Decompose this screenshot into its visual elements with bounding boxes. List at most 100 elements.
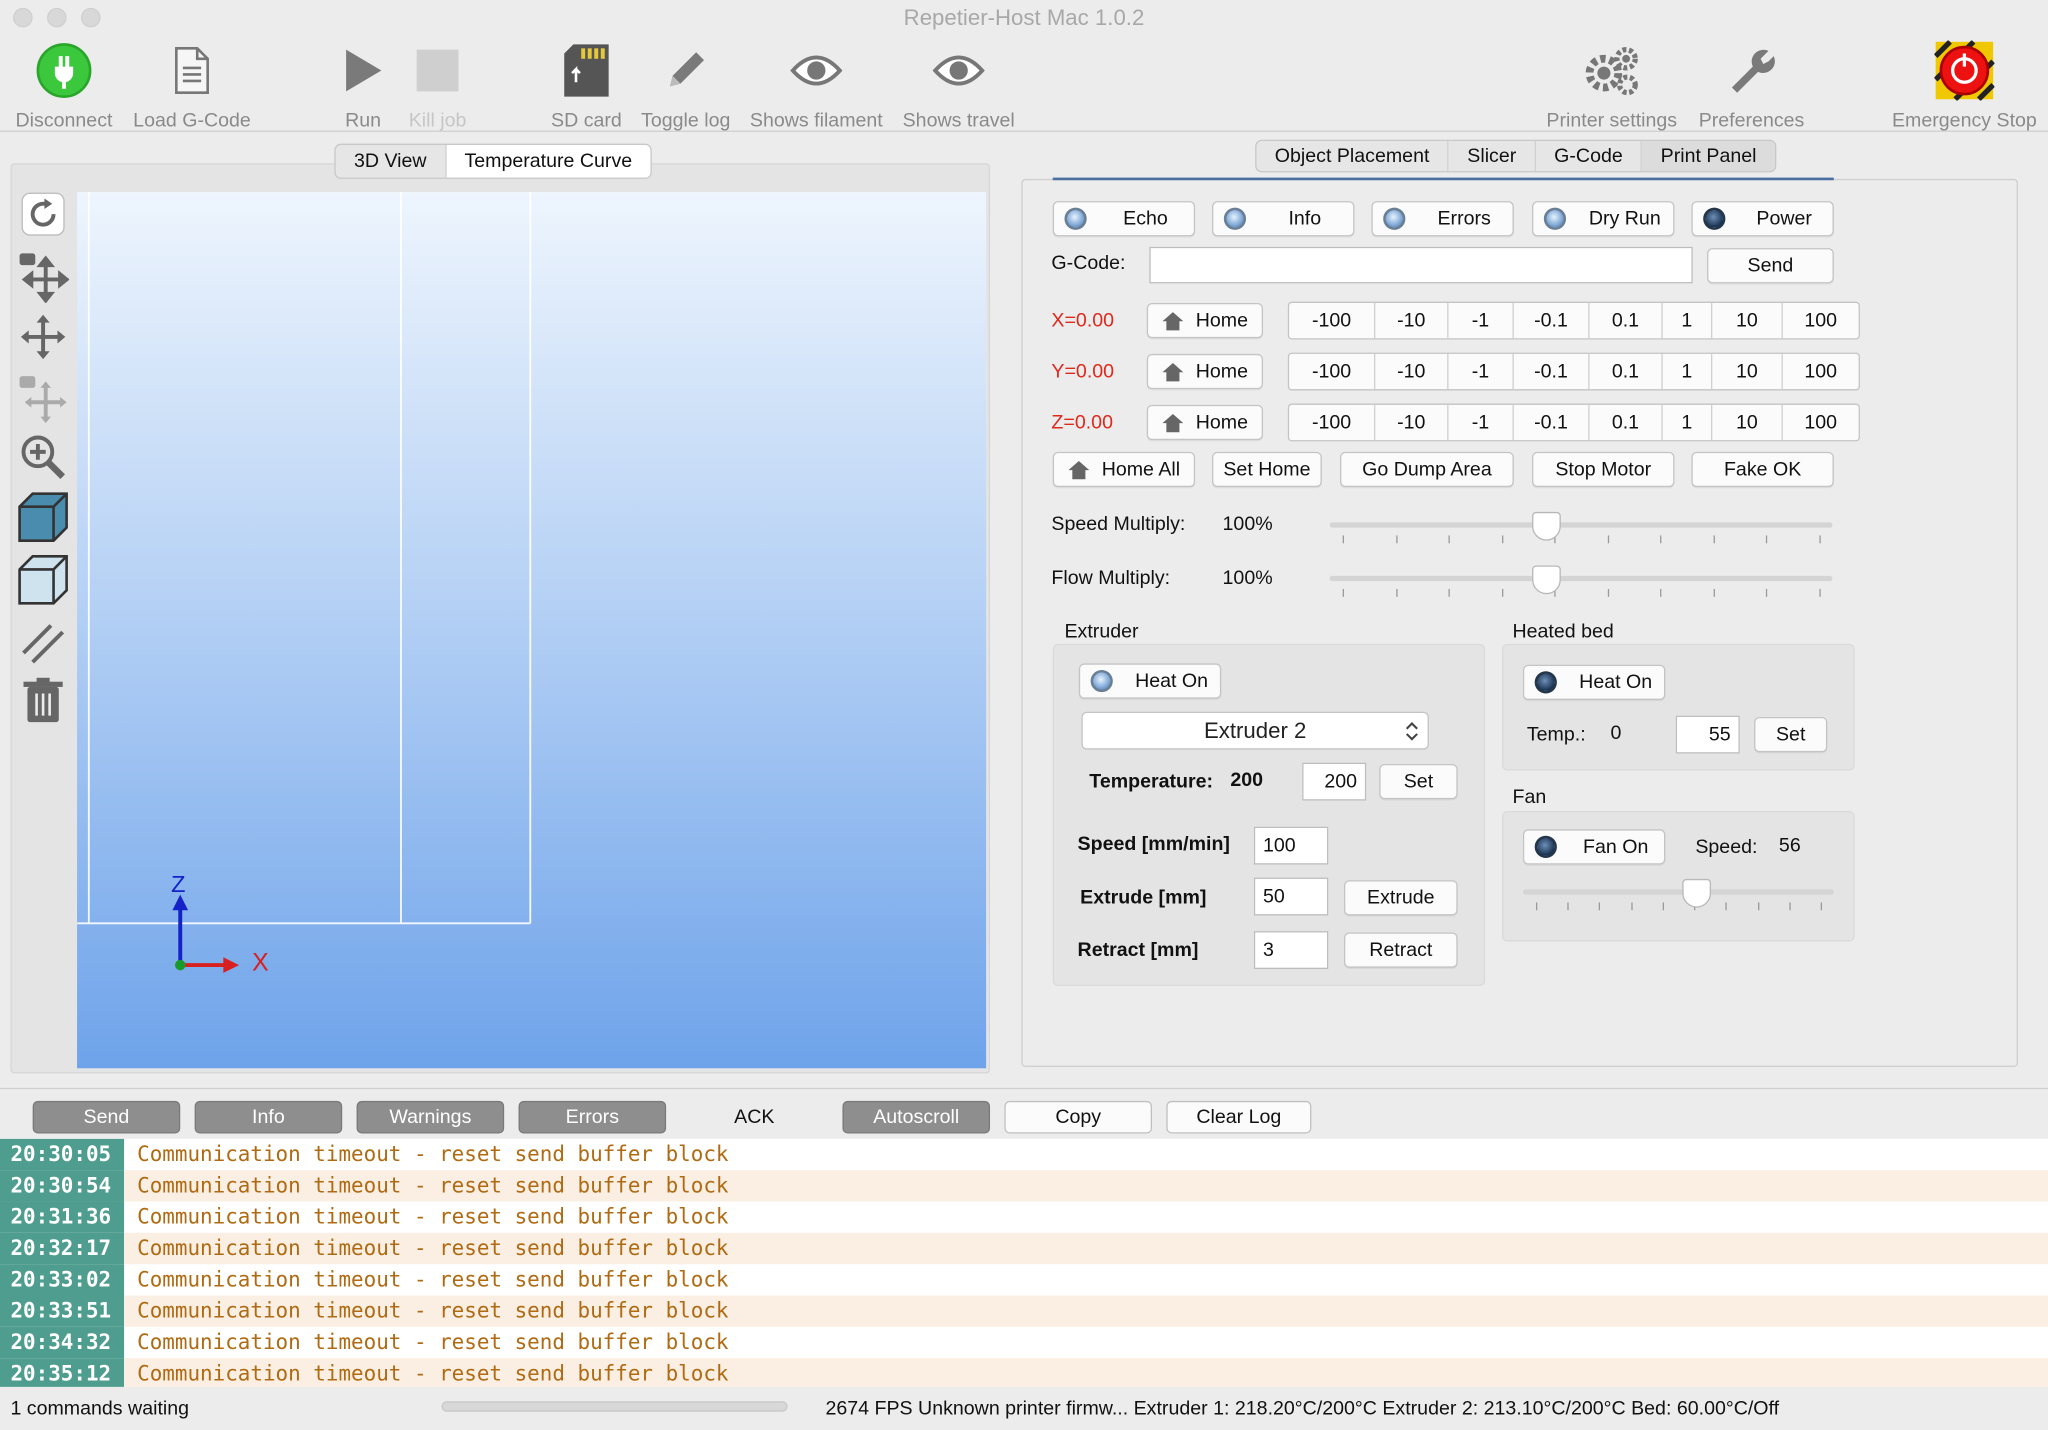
preferences-button[interactable]: Preferences	[1693, 39, 1811, 132]
tab-gcode[interactable]: G-Code	[1536, 141, 1643, 172]
jog-z-step[interactable]: 100	[1783, 405, 1859, 440]
bed-set-button[interactable]: Set	[1754, 716, 1828, 753]
tab-object-placement[interactable]: Object Placement	[1256, 141, 1449, 172]
log-list[interactable]: 20:30:05 Communication timeout - reset se…	[0, 1138, 2048, 1387]
jog-z-step[interactable]: 10	[1712, 404, 1783, 441]
toggle-echo[interactable]: Echo	[1052, 201, 1196, 237]
shows-travel-button[interactable]: Shows travel	[899, 39, 1019, 132]
stop-motor-button[interactable]: Stop Motor	[1532, 451, 1675, 488]
retract-input[interactable]	[1253, 931, 1329, 970]
fan-speed-slider[interactable]	[1522, 878, 1834, 911]
log-filter-errors[interactable]: Errors	[518, 1100, 667, 1134]
jog-z-step[interactable]: -10	[1375, 404, 1449, 441]
jog-y-step[interactable]: -1	[1448, 353, 1514, 390]
zoom-window-button[interactable]	[80, 7, 101, 28]
minimize-window-button[interactable]	[47, 7, 67, 28]
extruder-temperature-input[interactable]	[1302, 762, 1367, 801]
tab-temperature-curve[interactable]: Temperature Curve	[446, 144, 651, 178]
gcode-send-button[interactable]: Send	[1707, 248, 1834, 284]
extruder-speed-input[interactable]	[1253, 826, 1329, 865]
jog-y-step[interactable]: -100	[1289, 353, 1376, 390]
kill-job-button[interactable]: Kill job	[400, 39, 476, 132]
home-x-button[interactable]: Home	[1146, 302, 1264, 339]
emergency-stop-button[interactable]: Emergency Stop	[1886, 39, 2043, 132]
toggle-errors[interactable]: Errors	[1371, 201, 1514, 237]
jog-x-step[interactable]: -1	[1448, 302, 1514, 339]
jog-z-step[interactable]: 1	[1663, 404, 1713, 441]
shows-filament-label: Shows filament	[749, 109, 883, 132]
jog-y-step[interactable]: -0.1	[1514, 353, 1590, 390]
fan-on-toggle[interactable]: Fan On	[1522, 829, 1666, 865]
extrude-button[interactable]: Extrude	[1343, 880, 1458, 916]
move-view-button[interactable]	[17, 311, 69, 363]
jog-x-step[interactable]: 1	[1663, 302, 1713, 339]
toggle-log-button[interactable]: Toggle log	[635, 39, 737, 132]
jog-x-step[interactable]: -100	[1289, 302, 1376, 339]
disconnect-button[interactable]: Disconnect	[10, 39, 117, 132]
toggle-info[interactable]: Info	[1212, 201, 1355, 237]
flow-multiply-slider[interactable]	[1329, 565, 1833, 597]
jog-z-step[interactable]: -0.1	[1514, 404, 1590, 441]
log-filter-ack[interactable]: ACK	[680, 1101, 828, 1134]
log-clear-button[interactable]: Clear Log	[1166, 1100, 1312, 1134]
status-progress-bar	[441, 1401, 788, 1412]
wireframe-view-button[interactable]	[17, 554, 69, 606]
bed-temp-input[interactable]	[1675, 715, 1740, 754]
extruder-heat-on-toggle[interactable]: Heat On	[1078, 663, 1222, 699]
bed-heat-on-toggle[interactable]: Heat On	[1522, 664, 1666, 700]
tab-print-panel[interactable]: Print Panel	[1642, 141, 1775, 172]
gcode-input[interactable]	[1149, 246, 1693, 284]
tab-slicer[interactable]: Slicer	[1449, 141, 1536, 172]
jog-x-step[interactable]: 100	[1783, 303, 1859, 338]
sd-card-button[interactable]: SD card	[546, 39, 627, 132]
run-button[interactable]: Run	[332, 39, 395, 132]
home-z-button[interactable]: Home	[1146, 404, 1264, 441]
log-copy-button[interactable]: Copy	[1004, 1100, 1152, 1134]
jog-y-step[interactable]: 1	[1663, 353, 1713, 390]
jog-z-step[interactable]: -1	[1448, 404, 1514, 441]
zoom-button[interactable]	[17, 431, 69, 483]
jog-z-step[interactable]: -100	[1289, 404, 1376, 441]
tab-3d-view[interactable]: 3D View	[336, 144, 447, 178]
solid-view-button[interactable]	[17, 491, 69, 543]
jog-x-step[interactable]: -10	[1375, 302, 1449, 339]
extruder-set-button[interactable]: Set	[1379, 763, 1458, 800]
3d-viewport[interactable]: Z X	[77, 191, 987, 1069]
set-home-button[interactable]: Set Home	[1212, 451, 1322, 488]
jog-y-step[interactable]: 10	[1712, 353, 1783, 390]
fake-ok-button[interactable]: Fake OK	[1691, 451, 1834, 488]
load-gcode-button[interactable]: Load G-Code	[128, 39, 256, 132]
retract-button[interactable]: Retract	[1343, 932, 1458, 968]
reset-view-button[interactable]	[17, 188, 69, 240]
home-all-button[interactable]: Home All	[1052, 451, 1196, 488]
jog-y-step[interactable]: 100	[1783, 354, 1859, 389]
home-y-button[interactable]: Home	[1146, 353, 1264, 390]
log-filter-info[interactable]: Info	[194, 1100, 343, 1134]
rotate-camera-button[interactable]	[17, 251, 70, 303]
close-window-button[interactable]	[13, 7, 33, 28]
extruder-select[interactable]: Extruder 2	[1081, 711, 1429, 750]
speed-multiply-slider[interactable]	[1329, 511, 1833, 544]
parallel-projection-button[interactable]	[17, 616, 69, 668]
slider-thumb[interactable]	[1682, 878, 1712, 908]
log-autoscroll[interactable]: Autoscroll	[842, 1100, 991, 1134]
printer-settings-button[interactable]: Printer settings	[1539, 39, 1685, 132]
jog-x-step[interactable]: -0.1	[1514, 302, 1590, 339]
slider-thumb[interactable]	[1531, 511, 1561, 541]
extrude-input[interactable]	[1253, 877, 1329, 916]
jog-y-step[interactable]: -10	[1375, 353, 1449, 390]
jog-x-step[interactable]: 0.1	[1590, 302, 1663, 339]
jog-y-step[interactable]: 0.1	[1590, 353, 1663, 390]
log-filter-send[interactable]: Send	[32, 1100, 181, 1134]
toggle-dry-run[interactable]: Dry Run	[1532, 201, 1675, 237]
jog-x-step[interactable]: 10	[1712, 302, 1783, 339]
slider-tick	[1501, 588, 1503, 597]
log-filter-warnings[interactable]: Warnings	[356, 1100, 505, 1134]
clear-view-button[interactable]	[17, 674, 69, 726]
toggle-power[interactable]: Power	[1691, 201, 1834, 237]
shows-filament-button[interactable]: Shows filament	[744, 39, 888, 132]
slider-thumb[interactable]	[1531, 565, 1561, 595]
jog-z-step[interactable]: 0.1	[1590, 404, 1663, 441]
move-object-button[interactable]	[17, 373, 69, 425]
go-dump-area-button[interactable]: Go Dump Area	[1340, 451, 1514, 488]
